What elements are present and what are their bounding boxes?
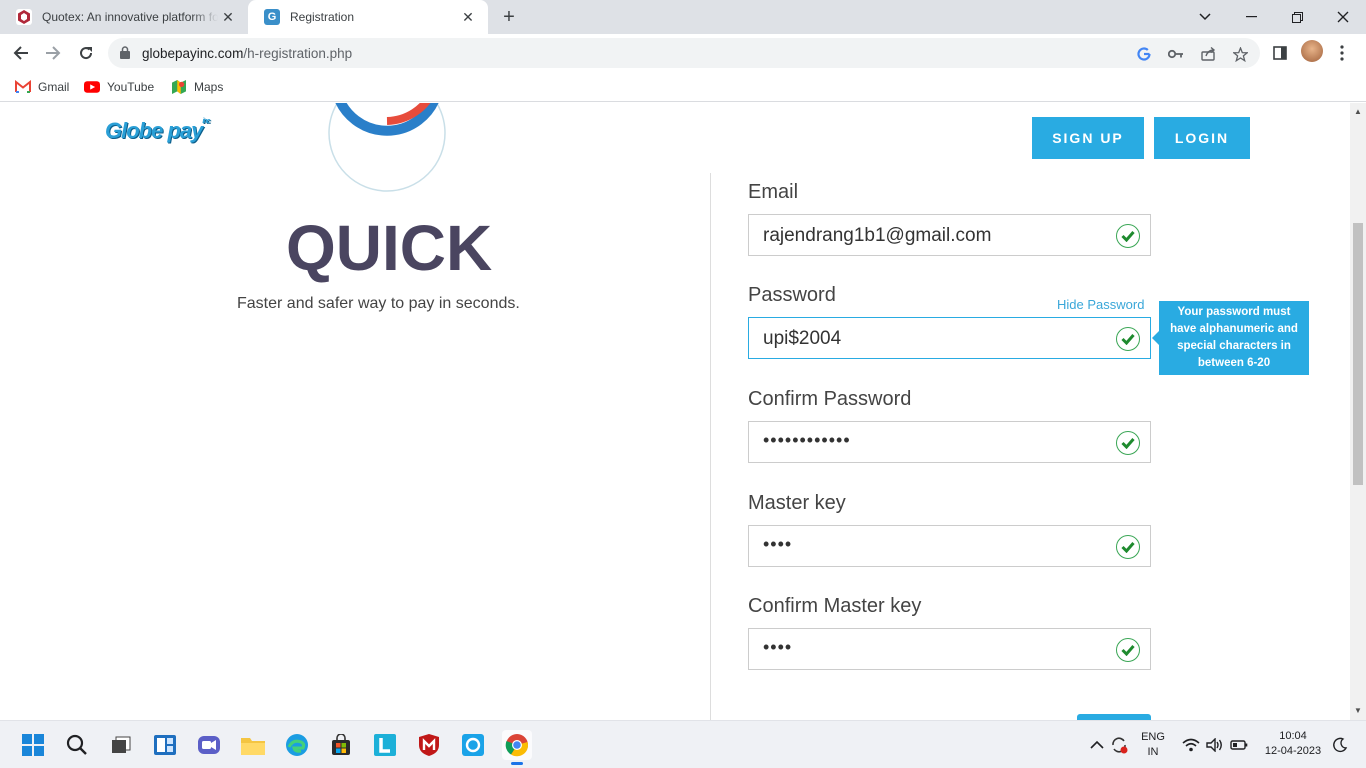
google-icon[interactable] xyxy=(1134,44,1154,64)
maps-icon xyxy=(172,80,186,94)
search-icon[interactable] xyxy=(62,730,92,760)
globepay-logo[interactable]: Globe payinc xyxy=(105,118,211,144)
youtube-icon xyxy=(84,81,100,93)
password-field[interactable]: upi$2004 xyxy=(748,317,1151,359)
chrome-icon[interactable] xyxy=(502,730,532,765)
confirm-password-field[interactable]: •••••••••••• xyxy=(748,421,1151,463)
clock[interactable]: 10:04 12-04-2023 xyxy=(1258,730,1328,757)
sign-up-button[interactable]: SIGN UP xyxy=(1032,117,1144,159)
confirm-password-value: •••••••••••• xyxy=(763,430,851,450)
l-app-icon[interactable] xyxy=(370,730,400,760)
address-bar[interactable]: globepayinc.com/h-registration.php xyxy=(108,38,1260,68)
profile-avatar[interactable] xyxy=(1301,40,1323,62)
windows-start-icon[interactable] xyxy=(18,730,48,760)
bookmark-gmail[interactable]: Gmail xyxy=(15,77,69,97)
clock-time: 10:04 xyxy=(1279,730,1307,742)
page-scrollbar[interactable]: ▲ ▼ xyxy=(1350,103,1366,720)
hero-circle-graphic xyxy=(328,103,446,192)
close-tab-icon[interactable]: ✕ xyxy=(218,7,238,27)
valid-check-icon xyxy=(1116,224,1140,248)
column-divider xyxy=(710,173,711,720)
hide-password-link[interactable]: Hide Password xyxy=(1057,297,1144,312)
login-button[interactable]: LOGIN xyxy=(1154,117,1250,159)
valid-check-icon xyxy=(1116,535,1140,559)
confirm-master-key-field[interactable]: •••• xyxy=(748,628,1151,670)
gmail-icon xyxy=(15,80,31,93)
file-explorer-icon[interactable] xyxy=(238,730,268,760)
browser-toolbar: globepayinc.com/h-registration.php xyxy=(0,34,1366,72)
back-button[interactable] xyxy=(8,40,34,66)
sync-status-icon[interactable] xyxy=(1104,730,1134,760)
alexa-icon[interactable] xyxy=(458,730,488,760)
new-tab-button[interactable]: + xyxy=(497,5,521,29)
close-tab-icon[interactable]: ✕ xyxy=(458,7,478,27)
url-text: globepayinc.com/h-registration.php xyxy=(142,46,353,61)
tab-title: Registration xyxy=(290,10,355,24)
quotex-favicon-icon xyxy=(16,9,32,25)
email-field[interactable]: rajendrang1b1@gmail.com xyxy=(748,214,1151,256)
globepay-favicon-icon: G xyxy=(264,9,280,25)
clock-date: 12-04-2023 xyxy=(1264,745,1322,757)
scroll-down-icon[interactable]: ▼ xyxy=(1354,706,1362,715)
teams-chat-icon[interactable] xyxy=(194,730,224,760)
mcafee-icon[interactable] xyxy=(414,730,444,760)
confirm-password-label: Confirm Password xyxy=(748,388,912,410)
tab-quotex[interactable]: Quotex: An innovative platform fo ✕ xyxy=(0,0,248,34)
email-value: rajendrang1b1@gmail.com xyxy=(763,225,992,246)
forward-button[interactable] xyxy=(40,40,66,66)
bookmarks-bar: Gmail YouTube Maps xyxy=(0,72,1366,102)
edge-icon[interactable] xyxy=(282,730,312,760)
password-label: Password xyxy=(748,284,836,306)
side-panel-icon[interactable] xyxy=(1267,40,1293,66)
key-icon[interactable] xyxy=(1166,44,1186,64)
bookmark-star-icon[interactable] xyxy=(1230,44,1250,64)
scroll-up-icon[interactable]: ▲ xyxy=(1354,107,1362,116)
password-value: upi$2004 xyxy=(763,328,842,349)
valid-check-icon xyxy=(1116,638,1140,662)
scrollbar-thumb[interactable] xyxy=(1353,223,1363,485)
tab-title: Quotex: An innovative platform fo xyxy=(42,10,218,24)
minimize-button[interactable] xyxy=(1228,0,1274,34)
microsoft-store-icon[interactable] xyxy=(326,730,356,760)
widgets-icon[interactable] xyxy=(150,730,180,760)
restore-button[interactable] xyxy=(1274,0,1320,34)
task-view-icon[interactable] xyxy=(106,730,136,760)
windows-taskbar: ENG IN 10:04 12-04-2023 xyxy=(0,720,1366,768)
bookmark-youtube[interactable]: YouTube xyxy=(84,77,154,97)
lock-icon xyxy=(120,46,130,59)
master-key-label: Master key xyxy=(748,492,846,514)
tab-registration[interactable]: G Registration ✕ xyxy=(248,0,488,34)
master-key-field[interactable]: •••• xyxy=(748,525,1151,567)
page-viewport: Globe payinc SIGN UP LOGIN QUICK Faster … xyxy=(0,103,1350,720)
close-window-button[interactable] xyxy=(1320,0,1366,34)
focus-moon-icon[interactable] xyxy=(1325,730,1355,760)
hero-tagline: Faster and safer way to pay in seconds. xyxy=(237,295,520,312)
password-hint-tooltip: Your password must have alphanumeric and… xyxy=(1152,301,1309,375)
valid-check-icon xyxy=(1116,431,1140,455)
region-code: IN xyxy=(1147,746,1159,758)
reload-button[interactable] xyxy=(73,40,99,66)
confirm-master-key-label: Confirm Master key xyxy=(748,595,922,617)
valid-check-icon xyxy=(1116,327,1140,351)
menu-kebab-icon[interactable] xyxy=(1329,40,1355,66)
share-icon[interactable] xyxy=(1198,44,1218,64)
master-key-value: •••• xyxy=(763,534,793,554)
bookmark-maps[interactable]: Maps xyxy=(171,77,223,97)
hero-title: QUICK xyxy=(286,212,493,284)
browser-tab-strip: Quotex: An innovative platform fo ✕ G Re… xyxy=(0,0,1366,34)
battery-icon[interactable] xyxy=(1224,730,1254,760)
email-label: Email xyxy=(748,181,799,203)
language-code: ENG xyxy=(1141,731,1165,743)
input-language[interactable]: ENG IN xyxy=(1138,731,1168,758)
confirm-master-key-value: •••• xyxy=(763,637,793,657)
tab-search-icon[interactable] xyxy=(1182,0,1228,34)
